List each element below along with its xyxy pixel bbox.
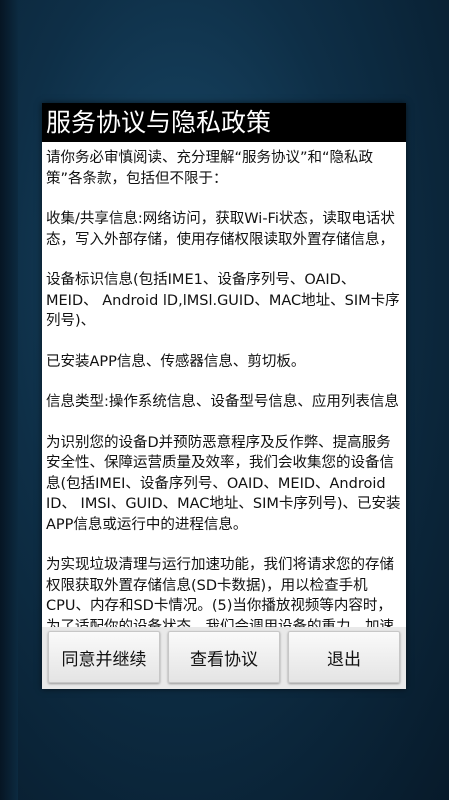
paragraph-installed-apps: 已安装APP信息、传感器信息、剪切板。 (46, 353, 306, 370)
button-bar: 同意并继续 查看协议 退出 (42, 627, 406, 689)
dialog-title: 服务协议与隐私政策 (42, 103, 406, 142)
dialog-content: 请你务必审慎阅读、充分理解“服务协议”和“隐私政策”各条款，包括但不限于： 收集… (42, 142, 406, 658)
paragraph-intro: 请你务必审慎阅读、充分理解“服务协议”和“隐私政策”各条款，包括但不限于： (46, 150, 374, 187)
paragraph-collect: 收集/共享信息:网络访问，获取Wi-Fi状态，读取电话状态，写入外部存储，使用存… (46, 211, 395, 248)
exit-button[interactable]: 退出 (288, 631, 400, 683)
privacy-dialog: 服务协议与隐私政策 请你务必审慎阅读、充分理解“服务协议”和“隐私政策”各条款，… (42, 103, 406, 689)
background-edge (0, 0, 18, 800)
view-agreement-button[interactable]: 查看协议 (168, 631, 280, 683)
agree-continue-button[interactable]: 同意并继续 (48, 631, 160, 683)
paragraph-device-id: 设备标识信息(包括IME1、设备序列号、OAID、MEID、 Android l… (46, 272, 400, 329)
paragraph-info-types: 信息类型:操作系统信息、设备型号信息、应用列表信息 (46, 394, 399, 410)
paragraph-anti-fraud: 为识别您的设备D并预防恶意程序及反作弊、提高服务安全性、保障运营质量及效率，我们… (46, 434, 401, 533)
